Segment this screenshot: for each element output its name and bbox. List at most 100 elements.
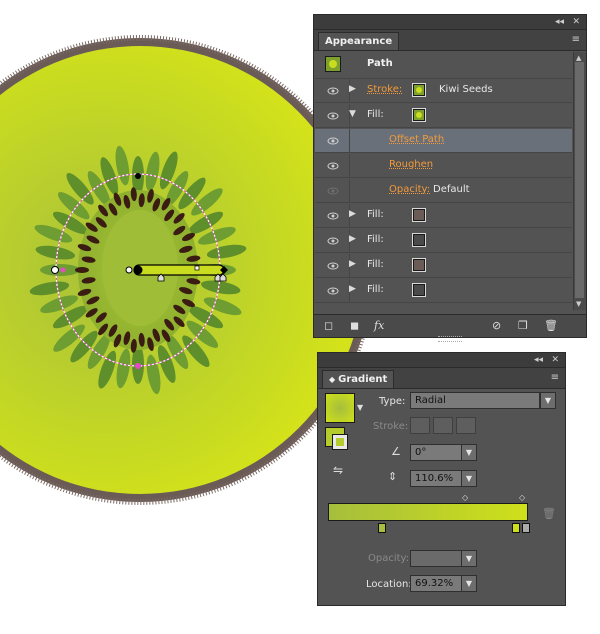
midpoint-icon[interactable]: ◇ (519, 493, 525, 502)
delete-stop-icon[interactable]: 🗑 (542, 507, 556, 520)
expand-right-icon[interactable]: ▶ (349, 234, 356, 244)
aspect-ratio-dropdown-icon[interactable]: ▼ (461, 470, 477, 487)
type-select[interactable]: Radial (410, 392, 540, 409)
scroll-up-icon[interactable]: ▲ (576, 54, 581, 62)
visibility-eye-icon[interactable] (327, 210, 339, 222)
color-swatch[interactable] (412, 233, 426, 247)
visibility-eye-icon[interactable] (327, 85, 339, 97)
stroke-within-button[interactable] (410, 417, 430, 434)
expand-right-icon[interactable]: ▶ (349, 259, 356, 269)
appearance-row-effect[interactable]: Roughenfx (315, 154, 572, 178)
gradient-slider[interactable] (328, 503, 528, 521)
angle-dropdown-icon[interactable]: ▼ (461, 444, 477, 461)
appearance-row-label[interactable]: Opacity: (389, 184, 430, 195)
expand-right-icon[interactable]: ▶ (349, 284, 356, 294)
color-swatch[interactable] (412, 283, 426, 297)
handle-point[interactable] (60, 267, 66, 273)
visibility-eye-icon[interactable] (327, 135, 339, 147)
appearance-tabbar: Appearance ≡ (314, 30, 586, 51)
color-swatch[interactable] (412, 83, 426, 97)
appearance-row-label: Fill: (367, 234, 384, 245)
gradient-panel: ◂◂ ✕ ◆ Gradient ≡ ▼ ⇋ Type: Radial ▼ Stro… (317, 352, 566, 606)
location-input[interactable]: 69.32% (410, 575, 462, 592)
add-effect-fx-icon[interactable]: fx (374, 319, 384, 332)
path-header-row[interactable]: Path (315, 52, 572, 79)
visibility-eye-icon[interactable] (327, 160, 339, 172)
appearance-row-value: Default (433, 184, 470, 195)
appearance-titlebar[interactable]: ◂◂ ✕ (314, 15, 586, 30)
expand-down-icon[interactable]: ▼ (349, 109, 356, 119)
add-fill-icon[interactable]: ◼ (350, 319, 359, 332)
anchor-point-top[interactable] (135, 173, 141, 179)
row-divider (349, 154, 350, 178)
resize-grip-icon[interactable] (438, 336, 462, 342)
appearance-row-effect[interactable]: Offset Pathfx (315, 129, 572, 153)
close-icon[interactable]: ✕ (551, 354, 559, 366)
appearance-row-label: Fill: (367, 284, 384, 295)
aspect-ratio-icon: ⇕ (388, 470, 398, 483)
scroll-thumb[interactable] (575, 62, 584, 298)
stroke-along-button[interactable] (433, 417, 453, 434)
panel-menu-icon[interactable]: ≡ (551, 372, 559, 383)
appearance-row-label: Fill: (367, 259, 384, 270)
appearance-scrollbar[interactable]: ▲ ▼ (573, 52, 586, 310)
collapse-icon[interactable]: ◂◂ (534, 354, 543, 366)
appearance-row-value: Kiwi Seeds (439, 84, 493, 95)
appearance-row-fill[interactable]: ▼ Fill: (315, 104, 572, 128)
midpoint-icon[interactable]: ◇ (462, 493, 468, 502)
trash-icon[interactable]: 🗑 (544, 319, 558, 332)
tab-gradient[interactable]: ◆ Gradient (322, 370, 395, 388)
color-stop-selected[interactable] (512, 523, 520, 533)
color-stop-left[interactable] (378, 523, 386, 533)
kiwi-ray (40, 264, 80, 276)
stroke-swatch[interactable] (332, 434, 348, 450)
visibility-eye-icon[interactable] (327, 185, 339, 197)
color-swatch[interactable] (412, 108, 426, 122)
expand-right-icon[interactable]: ▶ (349, 84, 356, 94)
location-dropdown-icon[interactable]: ▼ (461, 575, 477, 592)
stroke-label: Stroke: (373, 421, 409, 432)
path-thumbnail (325, 56, 341, 72)
appearance-attribute-list: ▶Stroke:Kiwi Seeds▼Fill:Offset PathfxRou… (315, 79, 572, 315)
aspect-ratio-input[interactable]: 110.6% (410, 470, 462, 487)
visibility-eye-icon[interactable] (327, 285, 339, 297)
appearance-row-fill[interactable]: ▶ Fill: (315, 254, 572, 278)
row-divider (349, 179, 350, 203)
clear-appearance-icon[interactable]: ⊘ (492, 319, 501, 332)
collapse-icon[interactable]: ◂◂ (555, 16, 564, 28)
scroll-down-icon[interactable]: ▼ (576, 300, 581, 308)
appearance-row-label[interactable]: Stroke: (367, 84, 402, 95)
anchor-point-left[interactable] (51, 266, 59, 274)
color-stop-right[interactable] (522, 523, 530, 533)
duplicate-item-icon[interactable]: ❐ (518, 319, 528, 332)
gradient-titlebar[interactable]: ◂◂ ✕ (318, 353, 565, 368)
panel-menu-icon[interactable]: ≡ (572, 34, 580, 45)
appearance-row-stroke[interactable]: ▶ Stroke: Kiwi Seeds (315, 79, 572, 103)
expand-right-icon[interactable]: ▶ (349, 209, 356, 219)
close-icon[interactable]: ✕ (572, 16, 580, 28)
gradient-preview-swatch[interactable] (325, 393, 355, 423)
tab-appearance[interactable]: Appearance (318, 32, 400, 50)
appearance-row-fill[interactable]: ▶ Fill: (315, 204, 572, 228)
preview-dropdown-icon[interactable]: ▼ (357, 403, 363, 412)
visibility-eye-icon[interactable] (327, 110, 339, 122)
angle-input[interactable]: 0° (410, 444, 462, 461)
appearance-row-opacity[interactable]: Opacity: Default (315, 179, 572, 203)
opacity-dropdown-icon[interactable]: ▼ (461, 550, 477, 567)
color-swatch[interactable] (412, 258, 426, 272)
appearance-row-fill[interactable]: ▶ Fill: (315, 279, 572, 303)
reverse-gradient-icon[interactable]: ⇋ (333, 463, 343, 477)
appearance-row-label[interactable]: Offset Path (389, 134, 444, 145)
appearance-row-label: Fill: (367, 109, 384, 120)
color-swatch[interactable] (412, 208, 426, 222)
visibility-eye-icon[interactable] (327, 235, 339, 247)
gradient-tabbar: ◆ Gradient ≡ (318, 368, 565, 389)
anchor-point-bottom[interactable] (135, 363, 141, 369)
type-dropdown-icon[interactable]: ▼ (540, 392, 556, 409)
visibility-eye-icon[interactable] (327, 260, 339, 272)
appearance-row-label[interactable]: Roughen (389, 159, 433, 170)
stroke-across-button[interactable] (456, 417, 476, 434)
appearance-row-fill[interactable]: ▶ Fill: (315, 229, 572, 253)
add-stroke-icon[interactable]: ◻ (324, 319, 333, 332)
opacity-input[interactable] (410, 550, 462, 567)
